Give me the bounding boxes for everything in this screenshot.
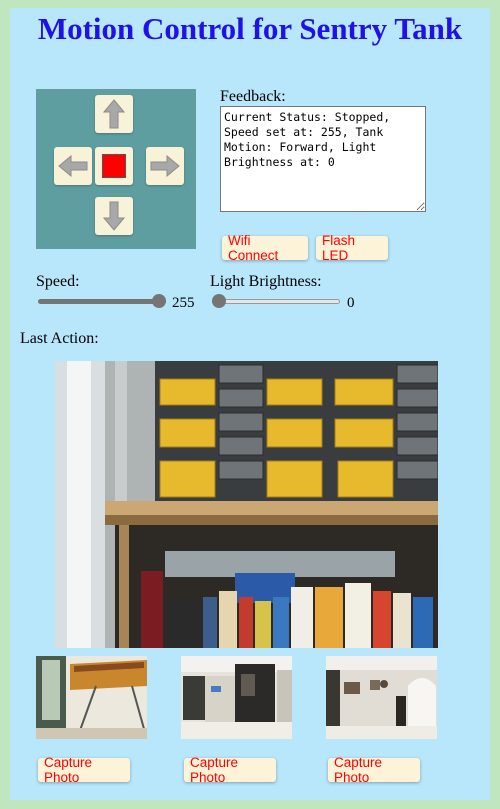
feedback-textarea[interactable]: Current Status: Stopped, Speed set at: 2… [220,106,426,212]
stop-icon [102,154,126,178]
brightness-slider-thumb[interactable] [212,294,226,308]
arrow-right-icon [150,155,180,177]
control-panel: Motion Control for Sentry Tank Feedback:… [10,8,490,800]
feedback-label: Feedback: [220,88,286,105]
brightness-slider[interactable] [212,293,340,309]
last-action-label: Last Action: [20,330,99,347]
backward-button[interactable] [95,197,133,235]
speed-slider[interactable] [38,293,166,309]
brightness-slider-track [212,299,340,304]
page-title: Motion Control for Sentry Tank [37,11,463,46]
flash-led-button[interactable]: Flash LED [316,233,388,263]
thumbnail-photo-3 [326,656,437,739]
speed-slider-thumb[interactable] [152,294,166,308]
forward-button[interactable] [95,95,133,133]
last-action-photo [55,361,438,648]
wifi-connect-button[interactable]: Wifi Connect [222,233,308,263]
direction-pad [36,89,196,249]
thumbnail-image-1 [36,656,147,739]
thumbnail-image-2 [181,656,292,739]
stop-button[interactable] [95,147,133,185]
brightness-label: Light Brightness: [210,273,322,290]
capture-photo-button-2[interactable]: Capture Photo [184,755,276,785]
capture-photo-button-1[interactable]: Capture Photo [38,755,130,785]
right-button[interactable] [146,147,184,185]
thumbnail-photo-2 [181,656,292,739]
arrow-left-icon [58,155,88,177]
speed-label: Speed: [36,273,80,290]
arrow-up-icon [103,99,125,129]
thumbnail-photo-1 [36,656,147,739]
speed-value: 255 [172,295,195,311]
capture-photo-button-3[interactable]: Capture Photo [328,755,420,785]
arrow-down-icon [103,201,125,231]
thumbnail-image-3 [326,656,437,739]
speed-slider-fill [38,299,166,304]
left-button[interactable] [54,147,92,185]
camera-image [55,361,438,648]
brightness-value: 0 [347,295,355,311]
